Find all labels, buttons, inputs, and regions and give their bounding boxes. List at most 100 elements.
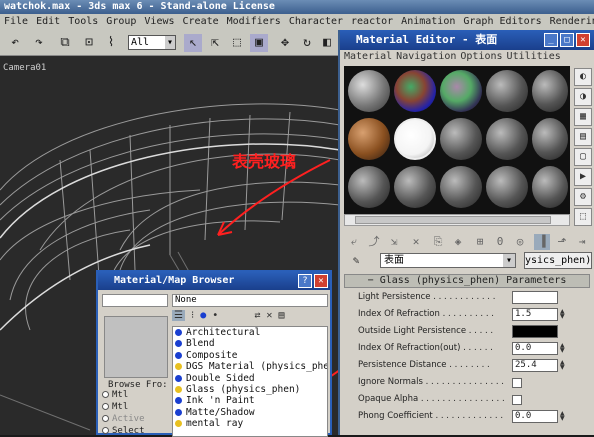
view-list-icons-icon[interactable]: ⁝	[191, 310, 194, 321]
redo-icon[interactable]: ↷	[30, 34, 48, 52]
minimize-button[interactable]: _	[544, 33, 558, 47]
light-persistence-color-swatch[interactable]	[512, 291, 558, 304]
make-unique-icon[interactable]: ◈	[450, 234, 466, 250]
clear-library-icon[interactable]: ▤	[278, 310, 284, 321]
backlight-icon[interactable]: ◑	[574, 88, 592, 106]
persistence-distance-input[interactable]: 25.4	[512, 359, 558, 372]
bind-space-warp-icon[interactable]: ⌇	[102, 34, 120, 52]
index-of-refraction-input[interactable]: 1.5	[512, 308, 558, 321]
make-preview-icon[interactable]: ▶	[574, 168, 592, 186]
menu-rendering[interactable]: Rendering	[550, 16, 594, 27]
browse-from-active-slot-radio[interactable]: Active	[102, 414, 145, 424]
rectangular-selection-icon[interactable]: ⬚	[228, 34, 246, 52]
menu-animation[interactable]: Animation	[401, 16, 455, 27]
menu-material[interactable]: Material	[344, 51, 392, 62]
go-to-parent-icon[interactable]: ⬏	[554, 234, 570, 250]
show-map-icon[interactable]: ◎	[512, 234, 528, 250]
menu-reactor[interactable]: reactor	[351, 16, 393, 27]
menu-views[interactable]: Views	[144, 16, 174, 27]
opaque-alpha-checkbox[interactable]	[512, 395, 522, 405]
delete-from-library-icon[interactable]: ✕	[266, 310, 272, 321]
menu-file[interactable]: File	[4, 16, 28, 27]
scrollbar-thumb[interactable]	[355, 216, 551, 224]
show-end-result-icon[interactable]: ▐	[534, 234, 550, 250]
phong-coefficient-input[interactable]: 0.0	[512, 410, 558, 423]
uv-tiling-icon[interactable]: ▤	[574, 128, 592, 146]
sample-slot[interactable]	[348, 166, 390, 208]
menu-modifiers[interactable]: Modifiers	[227, 16, 281, 27]
sample-slot[interactable]	[440, 166, 482, 208]
sample-slot[interactable]	[532, 166, 568, 208]
menu-options[interactable]: Options	[460, 51, 502, 62]
go-forward-sibling-icon[interactable]: ⇥	[574, 234, 590, 250]
menu-navigation[interactable]: Navigation	[396, 51, 456, 62]
list-item[interactable]: DGS Material (physics_phe	[173, 361, 327, 372]
menu-create[interactable]: Create	[183, 16, 219, 27]
list-item[interactable]: Ink 'n Paint	[173, 395, 327, 406]
menu-graph-editors[interactable]: Graph Editors	[463, 16, 541, 27]
sample-slot[interactable]	[394, 70, 436, 112]
sample-slots-scrollbar[interactable]	[344, 214, 570, 226]
maximize-button[interactable]: □	[560, 33, 574, 47]
spinner-icon[interactable]: ▲ ▼	[560, 360, 566, 371]
get-material-icon[interactable]: ⤶	[346, 234, 362, 250]
background-icon[interactable]: ▦	[574, 108, 592, 126]
menu-tools[interactable]: Tools	[68, 16, 98, 27]
sample-slot[interactable]	[440, 118, 482, 160]
select-by-material-icon[interactable]: ⬚	[574, 208, 592, 226]
close-button[interactable]: ✕	[314, 274, 328, 288]
sample-slot[interactable]	[486, 118, 528, 160]
outside-light-persistence-color-swatch[interactable]	[512, 325, 558, 338]
menu-utilities[interactable]: Utilities	[507, 51, 561, 62]
update-scene-materials-icon[interactable]: ⇄	[254, 310, 260, 321]
list-item[interactable]: Architectural	[173, 327, 327, 338]
sample-slot[interactable]	[440, 70, 482, 112]
rotate-icon[interactable]: ↻	[298, 34, 316, 52]
list-item[interactable]: mental ray	[173, 418, 327, 429]
view-list-icon[interactable]: ☰	[172, 310, 185, 321]
assign-to-selection-icon[interactable]: ⇲	[386, 234, 402, 250]
material-type-button[interactable]: ysics_phen)	[524, 252, 592, 269]
spinner-icon[interactable]: ▲ ▼	[560, 309, 566, 320]
link-icon[interactable]: ⧉	[56, 34, 74, 52]
select-by-name-icon[interactable]: ⇱	[206, 34, 224, 52]
sample-slot-active[interactable]	[394, 118, 436, 160]
close-button[interactable]: ✕	[576, 33, 590, 47]
sample-type-icon[interactable]: ◐	[574, 68, 592, 86]
material-effects-channel-icon[interactable]: 0	[492, 234, 508, 250]
view-small-icons-icon[interactable]: ●	[200, 310, 206, 321]
sample-slot[interactable]	[394, 166, 436, 208]
put-to-library-icon[interactable]: ⊞	[472, 234, 488, 250]
browse-from-mtl-library-radio[interactable]: Mtl	[102, 390, 128, 400]
list-item[interactable]: Composite	[173, 350, 327, 361]
sample-slot[interactable]	[486, 166, 528, 208]
scale-icon[interactable]: ◧	[318, 34, 336, 52]
sample-slot[interactable]	[348, 70, 390, 112]
index-of-refraction-out-input[interactable]: 0.0	[512, 342, 558, 355]
browse-from-mtl-editor-radio[interactable]: Mtl	[102, 402, 128, 412]
list-item[interactable]: Matte/Shadow	[173, 407, 327, 418]
material-name-field[interactable]: 表面 ▾	[380, 253, 516, 268]
options-icon[interactable]: ⚙	[574, 188, 592, 206]
menu-group[interactable]: Group	[106, 16, 136, 27]
browser-search-input[interactable]	[102, 294, 168, 307]
select-object-icon[interactable]: ↖	[184, 34, 202, 52]
menu-edit[interactable]: Edit	[36, 16, 60, 27]
list-item[interactable]: Double Sided	[173, 373, 327, 384]
list-item[interactable]: Blend	[173, 338, 327, 349]
rollout-header[interactable]: − Glass (physics_phen) Parameters	[344, 274, 590, 288]
menu-character[interactable]: Character	[289, 16, 343, 27]
pick-material-eyedropper-icon[interactable]: ✎	[348, 253, 364, 269]
spinner-icon[interactable]: ▲ ▼	[560, 411, 566, 422]
spinner-icon[interactable]: ▲ ▼	[560, 343, 566, 354]
video-color-check-icon[interactable]: ▢	[574, 148, 592, 166]
sample-slot[interactable]	[532, 70, 568, 112]
view-large-icons-icon[interactable]: •	[212, 310, 218, 321]
ignore-normals-checkbox[interactable]	[512, 378, 522, 388]
help-button[interactable]: ?	[298, 274, 312, 288]
viewport-label[interactable]: Camera01	[3, 63, 46, 73]
sample-slot[interactable]	[532, 118, 568, 160]
move-icon[interactable]: ✥	[276, 34, 294, 52]
sample-slot[interactable]	[348, 118, 390, 160]
reset-map-icon[interactable]: ✕	[408, 234, 424, 250]
